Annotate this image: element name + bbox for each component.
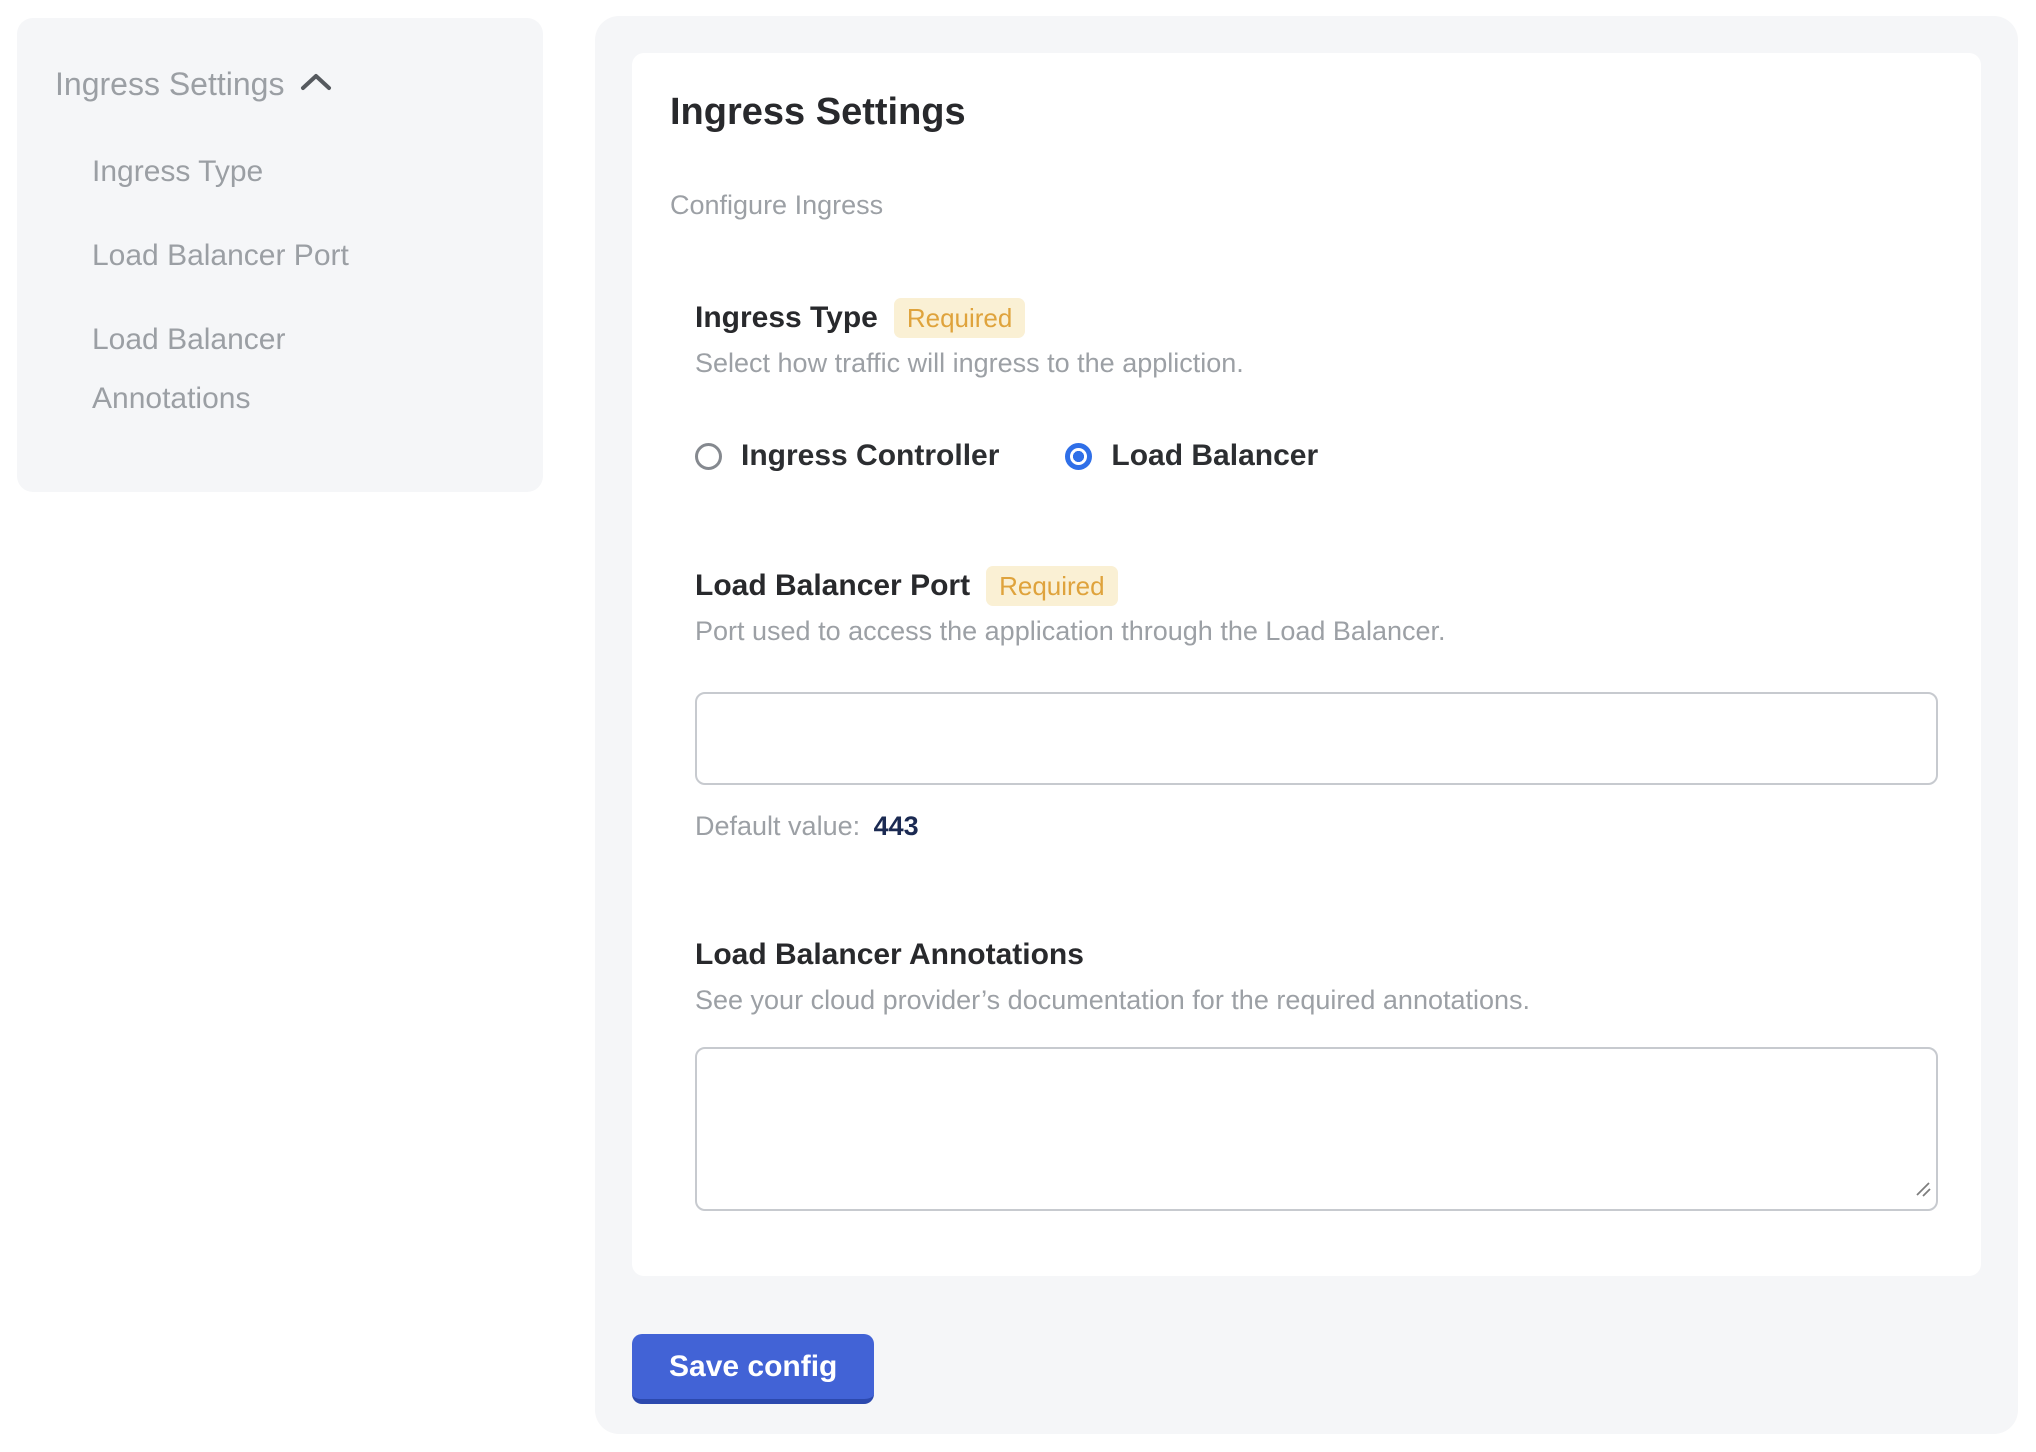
sidebar-group-label: Ingress Settings	[55, 62, 284, 106]
ingress-type-section: Ingress Type Required Select how traffic…	[695, 298, 1938, 474]
ingress-type-radio-group: Ingress Controller Load Balancer	[695, 438, 1938, 474]
load-balancer-annotations-label: Load Balancer Annotations	[695, 935, 1084, 975]
default-value-label: Default value:	[695, 811, 860, 841]
sidebar-group-ingress-settings[interactable]: Ingress Settings	[55, 62, 505, 106]
default-value-number: 443	[868, 811, 919, 841]
required-badge: Required	[986, 566, 1118, 606]
main-panel: Ingress Settings Configure Ingress Ingre…	[595, 16, 2018, 1434]
load-balancer-port-input[interactable]	[695, 692, 1938, 785]
required-badge: Required	[894, 298, 1026, 338]
sidebar-item-load-balancer-annotations[interactable]: Load Balancer Annotations	[92, 310, 382, 428]
load-balancer-annotations-textarea[interactable]	[695, 1047, 1938, 1211]
load-balancer-annotations-description: See your cloud provider’s documentation …	[695, 983, 1938, 1017]
load-balancer-port-description: Port used to access the application thro…	[695, 614, 1938, 648]
ingress-type-description: Select how traffic will ingress to the a…	[695, 346, 1938, 380]
radio-label-ingress-controller: Ingress Controller	[741, 438, 999, 474]
radio-label-load-balancer: Load Balancer	[1111, 438, 1318, 474]
sidebar-item-load-balancer-port[interactable]: Load Balancer Port	[92, 226, 382, 285]
settings-sidebar: Ingress Settings Ingress Type Load Balan…	[17, 18, 543, 492]
ingress-type-label: Ingress Type	[695, 298, 878, 338]
chevron-up-icon	[298, 62, 334, 106]
save-config-button[interactable]: Save config	[632, 1334, 874, 1404]
ingress-settings-card: Ingress Settings Configure Ingress Ingre…	[632, 53, 1981, 1276]
page-subtitle: Configure Ingress	[670, 188, 1938, 222]
load-balancer-port-label: Load Balancer Port	[695, 566, 970, 606]
default-value-line: Default value: 443	[695, 809, 1938, 843]
sidebar-item-list: Ingress Type Load Balancer Port Load Bal…	[55, 142, 505, 428]
radio-option-load-balancer[interactable]: Load Balancer	[1065, 438, 1318, 474]
load-balancer-port-section: Load Balancer Port Required Port used to…	[695, 566, 1938, 843]
load-balancer-annotations-section: Load Balancer Annotations See your cloud…	[695, 935, 1938, 1211]
page-title: Ingress Settings	[670, 89, 1938, 136]
radio-option-ingress-controller[interactable]: Ingress Controller	[695, 438, 999, 474]
sidebar-item-ingress-type[interactable]: Ingress Type	[92, 142, 382, 201]
radio-load-balancer[interactable]	[1065, 443, 1092, 470]
radio-ingress-controller[interactable]	[695, 443, 722, 470]
